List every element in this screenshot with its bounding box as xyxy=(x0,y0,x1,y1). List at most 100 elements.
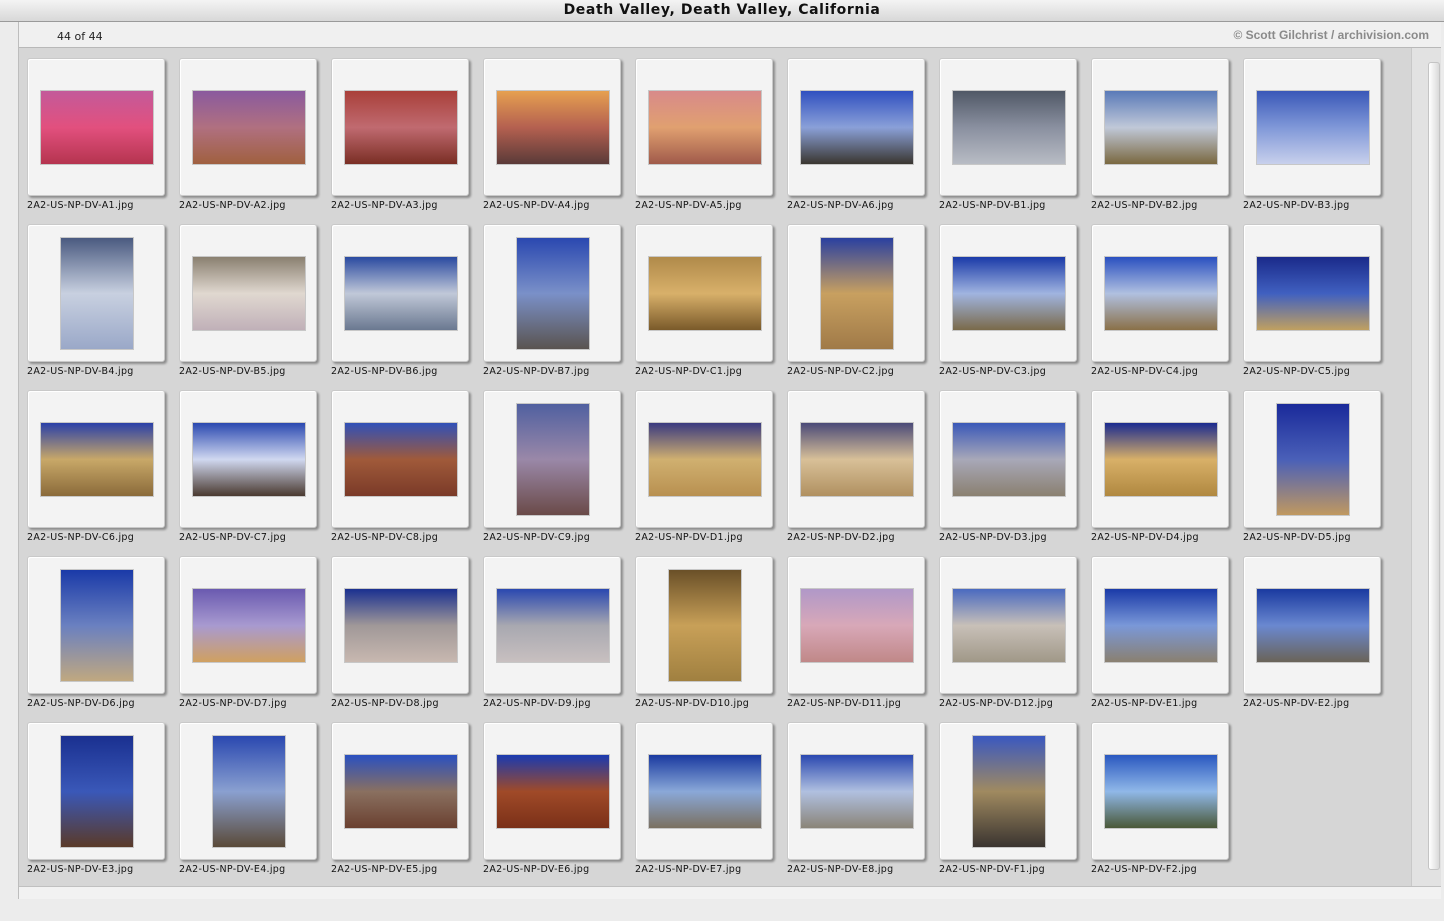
thumbnail-filename: 2A2-US-NP-DV-A2.jpg xyxy=(179,200,286,211)
slide-thumbnail[interactable] xyxy=(27,58,165,196)
thumbnail-image xyxy=(1257,589,1369,662)
thumbnail-filename: 2A2-US-NP-DV-A4.jpg xyxy=(483,200,590,211)
vertical-scrollbar[interactable] xyxy=(1411,48,1441,886)
thumbnail-filename: 2A2-US-NP-DV-B7.jpg xyxy=(483,366,590,377)
slide-thumbnail[interactable] xyxy=(179,390,317,528)
thumbnail-image xyxy=(1105,91,1217,164)
slide-thumbnail[interactable] xyxy=(635,224,773,362)
thumbnail-image xyxy=(213,736,285,847)
thumbnail-image xyxy=(801,91,913,164)
slide-thumbnail[interactable] xyxy=(787,722,925,860)
slide-thumbnail[interactable] xyxy=(939,722,1077,860)
slide-thumbnail[interactable] xyxy=(179,722,317,860)
slide-thumbnail[interactable] xyxy=(27,556,165,694)
slide-thumbnail[interactable] xyxy=(787,224,925,362)
slide-thumbnail[interactable] xyxy=(1243,556,1381,694)
slide-thumbnail[interactable] xyxy=(331,722,469,860)
thumbnail-filename: 2A2-US-NP-DV-C3.jpg xyxy=(939,366,1047,377)
slide-thumbnail[interactable] xyxy=(483,556,621,694)
slide-thumbnail[interactable] xyxy=(939,390,1077,528)
thumbnail-filename: 2A2-US-NP-DV-D4.jpg xyxy=(1091,532,1199,543)
slide-thumbnail[interactable] xyxy=(483,390,621,528)
thumbnail-image xyxy=(1257,257,1369,330)
thumbnail-image xyxy=(649,755,761,828)
slide-thumbnail[interactable] xyxy=(1091,390,1229,528)
thumbnail-cell: 2A2-US-NP-DV-F1.jpg xyxy=(931,716,1077,875)
thumbnail-image xyxy=(345,257,457,330)
thumbnail-filename: 2A2-US-NP-DV-A1.jpg xyxy=(27,200,134,211)
thumbnail-image xyxy=(953,589,1065,662)
slide-thumbnail[interactable] xyxy=(939,224,1077,362)
slide-thumbnail[interactable] xyxy=(1091,722,1229,860)
slide-thumbnail[interactable] xyxy=(1243,390,1381,528)
thumbnail-filename: 2A2-US-NP-DV-E2.jpg xyxy=(1243,698,1350,709)
slide-thumbnail[interactable] xyxy=(939,556,1077,694)
thumbnail-image xyxy=(497,589,609,662)
slide-thumbnail[interactable] xyxy=(1091,58,1229,196)
slide-thumbnail[interactable] xyxy=(635,58,773,196)
thumbnail-image xyxy=(41,91,153,164)
thumbnail-filename: 2A2-US-NP-DV-D3.jpg xyxy=(939,532,1047,543)
thumbnail-cell: 2A2-US-NP-DV-D3.jpg xyxy=(931,384,1077,543)
slide-thumbnail[interactable] xyxy=(483,58,621,196)
slide-thumbnail[interactable] xyxy=(787,390,925,528)
slide-thumbnail[interactable] xyxy=(1243,58,1381,196)
thumbnail-filename: 2A2-US-NP-DV-C2.jpg xyxy=(787,366,895,377)
thumbnail-cell: 2A2-US-NP-DV-D11.jpg xyxy=(779,550,925,709)
slide-thumbnail[interactable] xyxy=(635,556,773,694)
thumbnail-image xyxy=(1277,404,1349,515)
slide-thumbnail[interactable] xyxy=(1091,224,1229,362)
slide-thumbnail[interactable] xyxy=(331,58,469,196)
thumbnail-image xyxy=(1257,91,1369,164)
thumbnail-cell: 2A2-US-NP-DV-B1.jpg xyxy=(931,52,1077,211)
thumbnail-cell: 2A2-US-NP-DV-B2.jpg xyxy=(1083,52,1229,211)
thumbnail-image xyxy=(953,423,1065,496)
copyright-credit: © Scott Gilchrist / archivision.com xyxy=(1233,28,1429,42)
slide-thumbnail[interactable] xyxy=(483,224,621,362)
thumbnail-image xyxy=(193,589,305,662)
thumbnail-image xyxy=(801,589,913,662)
slide-thumbnail[interactable] xyxy=(1243,224,1381,362)
slide-thumbnail[interactable] xyxy=(27,722,165,860)
slide-thumbnail[interactable] xyxy=(27,390,165,528)
slide-thumbnail[interactable] xyxy=(331,390,469,528)
thumbnail-filename: 2A2-US-NP-DV-E8.jpg xyxy=(787,864,894,875)
thumbnail-cell: 2A2-US-NP-DV-E1.jpg xyxy=(1083,550,1229,709)
thumbnail-image xyxy=(345,423,457,496)
thumbnail-cell: 2A2-US-NP-DV-C9.jpg xyxy=(475,384,621,543)
slide-thumbnail[interactable] xyxy=(331,556,469,694)
thumbnail-grid: 2A2-US-NP-DV-A1.jpg 2A2-US-NP-DV-A2.jpg 2A… xyxy=(19,48,1411,886)
image-count: 44 of 44 xyxy=(57,30,103,43)
slide-thumbnail[interactable] xyxy=(27,224,165,362)
thumbnail-filename: 2A2-US-NP-DV-C1.jpg xyxy=(635,366,743,377)
thumbnail-filename: 2A2-US-NP-DV-D7.jpg xyxy=(179,698,287,709)
scrollbar-thumb[interactable] xyxy=(1428,62,1440,870)
thumbnail-image xyxy=(345,91,457,164)
thumbnail-cell: 2A2-US-NP-DV-B5.jpg xyxy=(171,218,317,377)
thumbnail-filename: 2A2-US-NP-DV-B2.jpg xyxy=(1091,200,1198,211)
slide-thumbnail[interactable] xyxy=(179,224,317,362)
thumbnail-cell: 2A2-US-NP-DV-C1.jpg xyxy=(627,218,773,377)
slide-thumbnail[interactable] xyxy=(635,390,773,528)
slide-thumbnail[interactable] xyxy=(1091,556,1229,694)
slide-thumbnail[interactable] xyxy=(483,722,621,860)
slide-thumbnail[interactable] xyxy=(787,58,925,196)
thumbnail-cell: 2A2-US-NP-DV-C3.jpg xyxy=(931,218,1077,377)
slide-thumbnail[interactable] xyxy=(331,224,469,362)
thumbnail-image xyxy=(61,570,133,681)
thumbnail-cell: 2A2-US-NP-DV-A1.jpg xyxy=(19,52,165,211)
thumbnail-cell: 2A2-US-NP-DV-A2.jpg xyxy=(171,52,317,211)
thumbnail-filename: 2A2-US-NP-DV-D9.jpg xyxy=(483,698,591,709)
slide-thumbnail[interactable] xyxy=(635,722,773,860)
thumbnail-cell: 2A2-US-NP-DV-D9.jpg xyxy=(475,550,621,709)
thumbnail-filename: 2A2-US-NP-DV-C9.jpg xyxy=(483,532,591,543)
thumbnail-cell: 2A2-US-NP-DV-E8.jpg xyxy=(779,716,925,875)
thumbnail-cell: 2A2-US-NP-DV-D5.jpg xyxy=(1235,384,1381,543)
slide-thumbnail[interactable] xyxy=(179,58,317,196)
slide-thumbnail[interactable] xyxy=(179,556,317,694)
slide-thumbnail[interactable] xyxy=(787,556,925,694)
thumbnail-cell: 2A2-US-NP-DV-E7.jpg xyxy=(627,716,773,875)
slide-thumbnail[interactable] xyxy=(939,58,1077,196)
thumbnail-image xyxy=(61,736,133,847)
thumbnail-filename: 2A2-US-NP-DV-D1.jpg xyxy=(635,532,743,543)
